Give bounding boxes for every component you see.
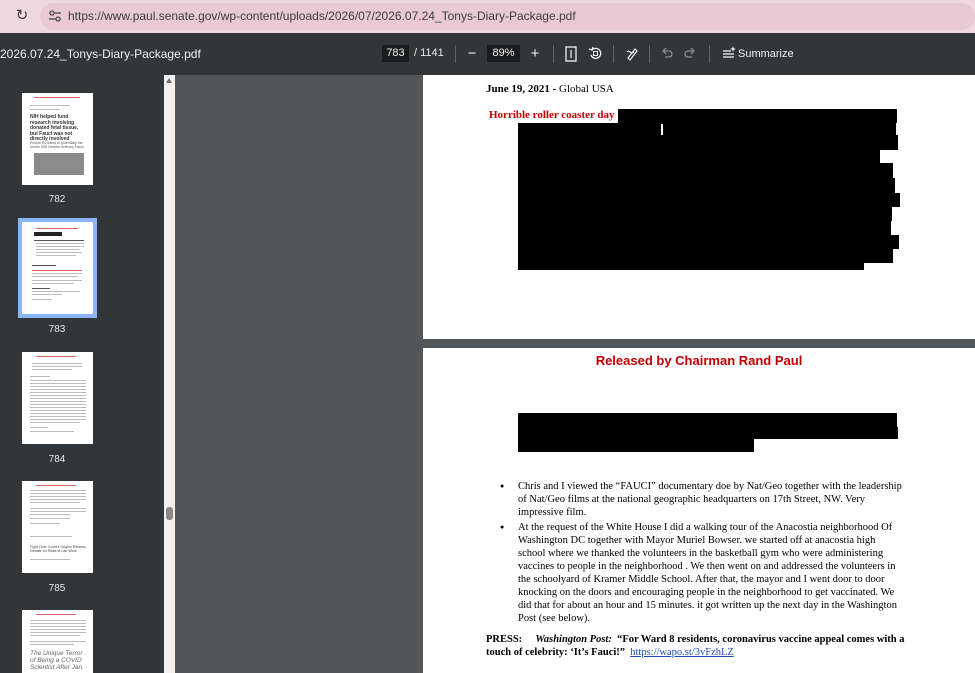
press-citation: PRESS: Washington Post: “For Ward 8 resi… — [486, 633, 906, 659]
toolbar-divider — [709, 45, 710, 63]
redaction-block — [518, 263, 864, 270]
redaction-block — [518, 249, 893, 263]
thumbnail-heading: NIH helped fund research involving donat… — [30, 114, 79, 142]
diary-date-line: June 19, 2021 - Global USA — [486, 83, 614, 95]
page-total: / 1141 — [414, 47, 444, 59]
thumbnail-page-785[interactable]: Fight Over Covid's Origins Renews Debate… — [22, 481, 93, 573]
toolbar-divider — [613, 45, 614, 63]
redaction-block — [518, 235, 899, 249]
scroll-up-arrow-icon[interactable] — [166, 78, 172, 83]
url-text: https://www.paul.senate.gov/wp-content/u… — [68, 9, 576, 23]
toolbar-divider — [649, 45, 650, 63]
thumbnail-subheading: People it's linked to potentially the fo… — [30, 141, 84, 149]
zoom-in-button[interactable]: + — [527, 44, 543, 64]
release-header: Released by Chairman Rand Paul — [595, 353, 803, 368]
rotate-icon[interactable] — [588, 46, 603, 61]
thumbnail-heading: Fight Over Covid's Origins Renews Debate… — [30, 545, 86, 553]
pdf-page-784: Released by Chairman Rand Paul Chris and… — [423, 348, 975, 673]
redaction-block — [518, 427, 754, 452]
page-number-input[interactable]: 783 — [382, 45, 409, 62]
diary-date: June 19, 2021 - — [486, 83, 557, 95]
redaction-block — [518, 413, 897, 427]
redaction-block — [518, 135, 898, 150]
thumbnail-page-784[interactable] — [22, 352, 93, 444]
toolbar-divider — [553, 45, 554, 63]
press-link[interactable]: https://wapo.st/3vFzhLZ — [630, 647, 734, 658]
redo-icon[interactable] — [684, 47, 697, 59]
diary-bullet-list: Chris and I viewed the “FAUCI” documenta… — [495, 480, 905, 627]
thumbnail-page-782[interactable]: NIH helped fund research involving donat… — [22, 93, 93, 185]
press-label: PRESS: — [486, 634, 523, 645]
summarize-button[interactable]: Summarize — [738, 48, 794, 60]
summarize-icon[interactable] — [722, 46, 736, 60]
site-settings-icon[interactable] — [48, 10, 62, 22]
pdf-toolbar: 2026.07.24_Tonys-Diary-Package.pdf 783 /… — [0, 33, 975, 75]
scrollbar-thumb[interactable] — [166, 507, 173, 520]
redaction-block — [518, 178, 895, 193]
diary-note: Horrible roller coaster day — [489, 109, 615, 121]
thumbnail-number: 783 — [48, 324, 66, 335]
zoom-input[interactable]: 89% — [487, 45, 520, 62]
pdf-page-783: June 19, 2021 - Global USA Horrible roll… — [423, 75, 975, 339]
redaction-block — [518, 193, 900, 207]
redaction-block — [518, 123, 896, 135]
reload-icon[interactable]: ↻ — [14, 8, 30, 24]
address-bar: ↻ https://www.paul.senate.gov/wp-content… — [0, 0, 975, 33]
document-viewer[interactable]: June 19, 2021 - Global USA Horrible roll… — [175, 75, 975, 673]
redaction-block — [518, 163, 893, 178]
press-source: Washington Post: — [535, 634, 612, 645]
list-item: Chris and I viewed the “FAUCI” documenta… — [495, 480, 905, 519]
redaction-block — [518, 221, 891, 235]
url-field[interactable]: https://www.paul.senate.gov/wp-content/u… — [40, 3, 975, 30]
zoom-out-button[interactable]: − — [464, 44, 480, 64]
thumbnail-sidebar: NIH helped fund research involving donat… — [0, 75, 164, 673]
fit-to-page-icon[interactable] — [565, 46, 577, 62]
thumbnail-image — [34, 153, 84, 175]
thumbnail-scrollbar[interactable] — [164, 75, 175, 673]
thumbnail-page-786[interactable]: The Unique Terror of Being a COVID Scien… — [22, 610, 93, 673]
document-title: 2026.07.24_Tonys-Diary-Package.pdf — [0, 47, 201, 61]
thumbnail-number: 784 — [48, 454, 66, 465]
thumbnail-number: 785 — [48, 583, 66, 594]
thumbnail-heading: The Unique Terror of Being a COVID Scien… — [30, 650, 84, 671]
redaction-gap — [661, 124, 663, 135]
thumbnail-number: 782 — [48, 194, 66, 205]
list-item: At the request of the White House I did … — [495, 521, 905, 625]
undo-icon[interactable] — [660, 47, 673, 59]
thumbnail-page-783[interactable] — [18, 218, 97, 318]
redaction-block — [518, 207, 892, 221]
redaction-block — [618, 109, 897, 123]
draw-icon[interactable] — [626, 46, 640, 61]
redaction-block — [518, 150, 880, 163]
redaction-block — [754, 427, 898, 439]
toolbar-divider — [455, 45, 456, 63]
diary-location: Global USA — [559, 83, 614, 95]
